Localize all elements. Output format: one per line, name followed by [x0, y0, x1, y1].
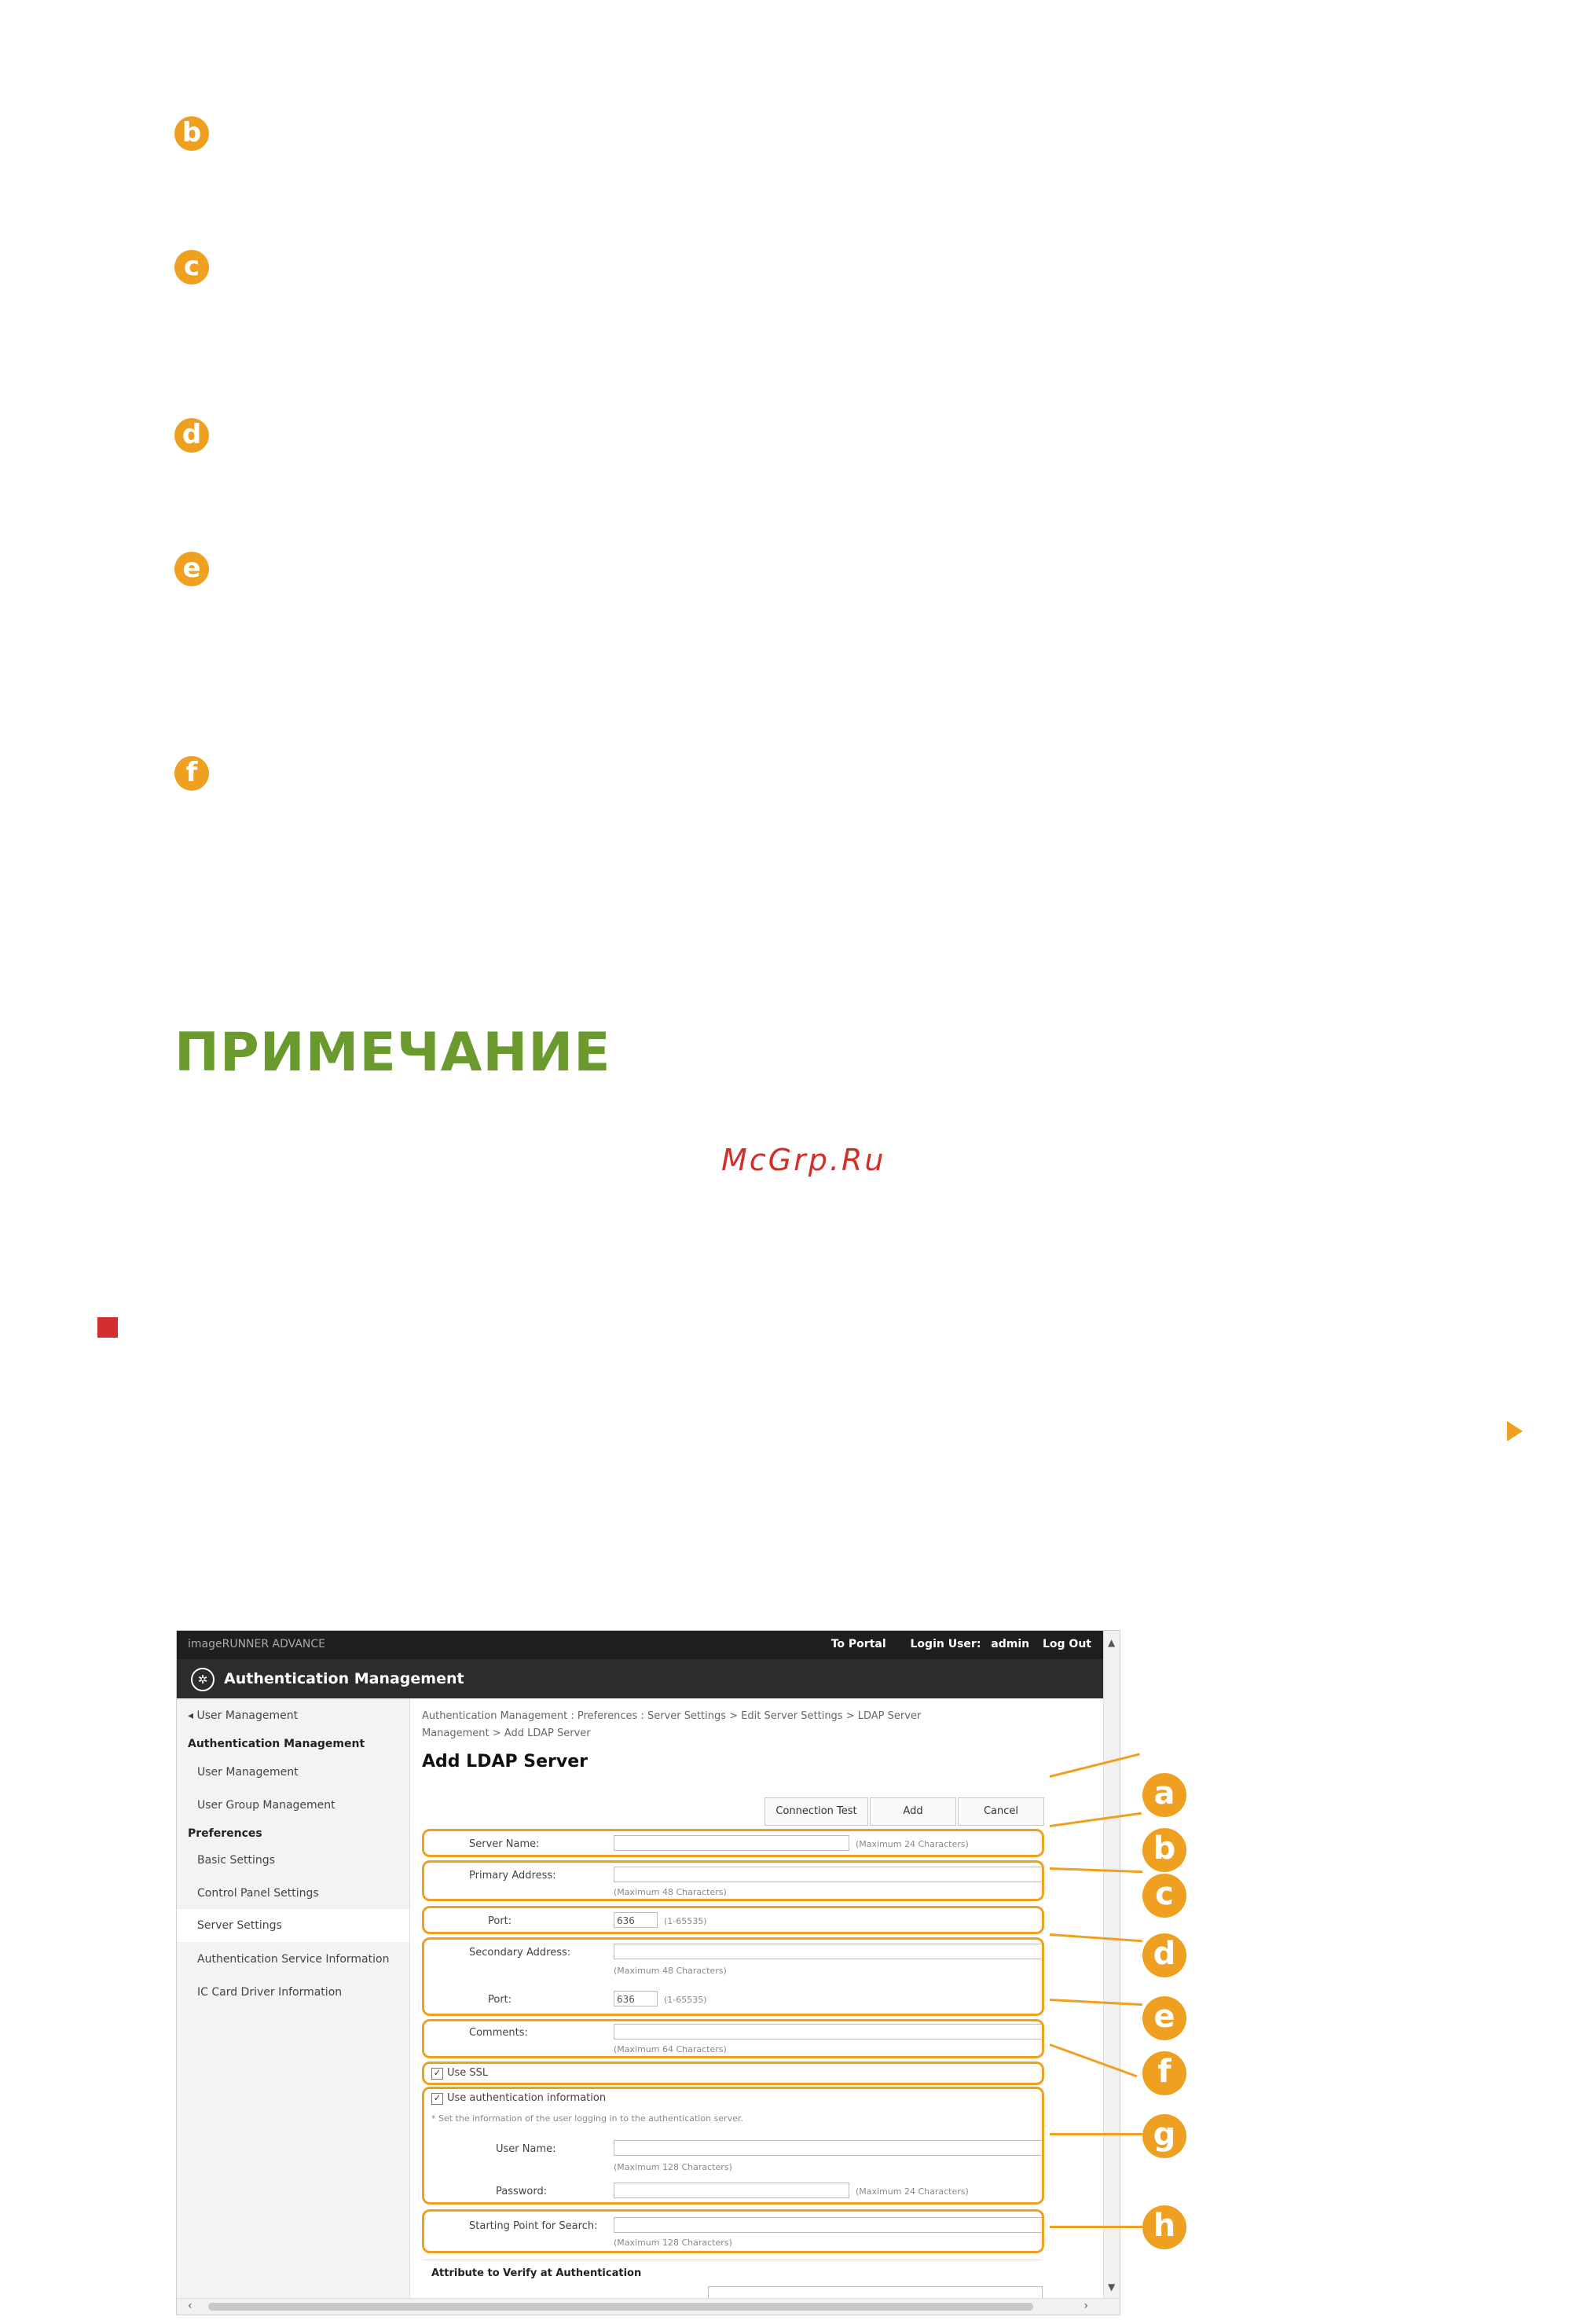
login-user-label: Login User:	[910, 1638, 981, 1650]
marker-d: d	[174, 418, 209, 453]
cancel-button[interactable]: Cancel	[958, 1797, 1044, 1826]
scroll-left-icon[interactable]: ‹	[188, 2300, 192, 2312]
sidebar-item-basic[interactable]: Basic Settings	[197, 1854, 275, 1867]
leader-line-g	[1050, 2133, 1142, 2135]
scroll-thumb[interactable]	[208, 2303, 1033, 2311]
callout-h: h	[1142, 2205, 1186, 2249]
callout-box-c	[422, 1906, 1044, 1934]
main-panel: Authentication Management : Preferences …	[409, 1698, 1104, 2302]
callout-g: g	[1142, 2114, 1186, 2158]
section-bullet-icon	[97, 1317, 118, 1338]
callout-box-h	[422, 2209, 1044, 2253]
sidebar-item-server[interactable]: Server Settings	[177, 1909, 409, 1942]
marker-f: f	[174, 756, 209, 791]
next-arrow-icon[interactable]	[1507, 1421, 1523, 1441]
scroll-down-icon[interactable]: ▼	[1108, 2282, 1115, 2293]
marker-c: c	[174, 250, 209, 285]
watermark: McGrp.Ru	[721, 1143, 886, 1177]
top-bar: imageRUNNER ADVANCE To Portal Login User…	[177, 1631, 1104, 1659]
sidebar-back-label: User Management	[196, 1709, 299, 1722]
sidebar-item-control-panel[interactable]: Control Panel Settings	[197, 1887, 319, 1900]
sidebar-item-ic-card[interactable]: IC Card Driver Information	[197, 1986, 342, 1999]
add-button[interactable]: Add	[870, 1797, 956, 1826]
ldap-screenshot: imageRUNNER ADVANCE To Portal Login User…	[176, 1630, 1120, 2315]
horizontal-scrollbar[interactable]: ‹ ›	[177, 2298, 1120, 2315]
sidebar: ◂ User Management Authentication Managem…	[177, 1698, 410, 2299]
breadcrumb-line-2: Management > Add LDAP Server	[422, 1727, 591, 1739]
callout-b: b	[1142, 1828, 1186, 1872]
connection-test-button[interactable]: Connection Test	[764, 1797, 868, 1826]
callout-box-d	[422, 1937, 1044, 2016]
callout-box-a	[422, 1829, 1044, 1857]
breadcrumb: Authentication Management : Preferences …	[422, 1708, 972, 1742]
scroll-right-icon[interactable]: ›	[1084, 2300, 1088, 2312]
callout-a: a	[1142, 1773, 1186, 1817]
app-logo-icon: ✲	[191, 1668, 214, 1691]
marker-e: e	[174, 552, 209, 586]
callout-box-g	[422, 2087, 1044, 2205]
login-user: admin	[991, 1638, 1030, 1650]
callout-c: c	[1142, 1874, 1186, 1918]
attribute-section-title: Attribute to Verify at Authentication	[431, 2267, 642, 2279]
log-out-link[interactable]: Log Out	[1043, 1638, 1091, 1650]
sidebar-item-user-management[interactable]: User Management	[197, 1766, 299, 1779]
breadcrumb-line-1: Authentication Management : Preferences …	[422, 1710, 922, 1722]
callout-e: e	[1142, 1996, 1186, 2040]
page-title: Add LDAP Server	[422, 1752, 588, 1771]
to-portal-link[interactable]: To Portal	[831, 1638, 886, 1650]
sidebar-back[interactable]: ◂ User Management	[188, 1709, 298, 1722]
sidebar-item-auth-service[interactable]: Authentication Service Information	[197, 1953, 389, 1966]
top-crumb: imageRUNNER ADVANCE	[188, 1638, 326, 1650]
title-bar: ✲ Authentication Management	[177, 1659, 1104, 1698]
callout-box-e	[422, 2019, 1044, 2058]
scroll-up-icon[interactable]: ▲	[1108, 1637, 1115, 1648]
sidebar-section-preferences: Preferences	[188, 1827, 262, 1840]
note-heading: ПРИМЕЧАНИЕ	[174, 1022, 611, 1084]
vertical-scrollbar[interactable]: ▲ ▼	[1103, 1631, 1120, 2299]
callout-d: d	[1142, 1933, 1186, 1977]
callout-box-f	[422, 2061, 1044, 2085]
sidebar-item-group-management[interactable]: User Group Management	[197, 1799, 336, 1812]
callout-box-b	[422, 1860, 1044, 1901]
app-title: Authentication Management	[224, 1670, 464, 1687]
leader-line-h	[1050, 2226, 1142, 2228]
marker-b: b	[174, 116, 209, 151]
top-links: To Portal Login User: admin Log Out	[811, 1638, 1091, 1650]
sidebar-section-auth: Authentication Management	[188, 1738, 365, 1750]
callout-f: f	[1142, 2051, 1186, 2095]
